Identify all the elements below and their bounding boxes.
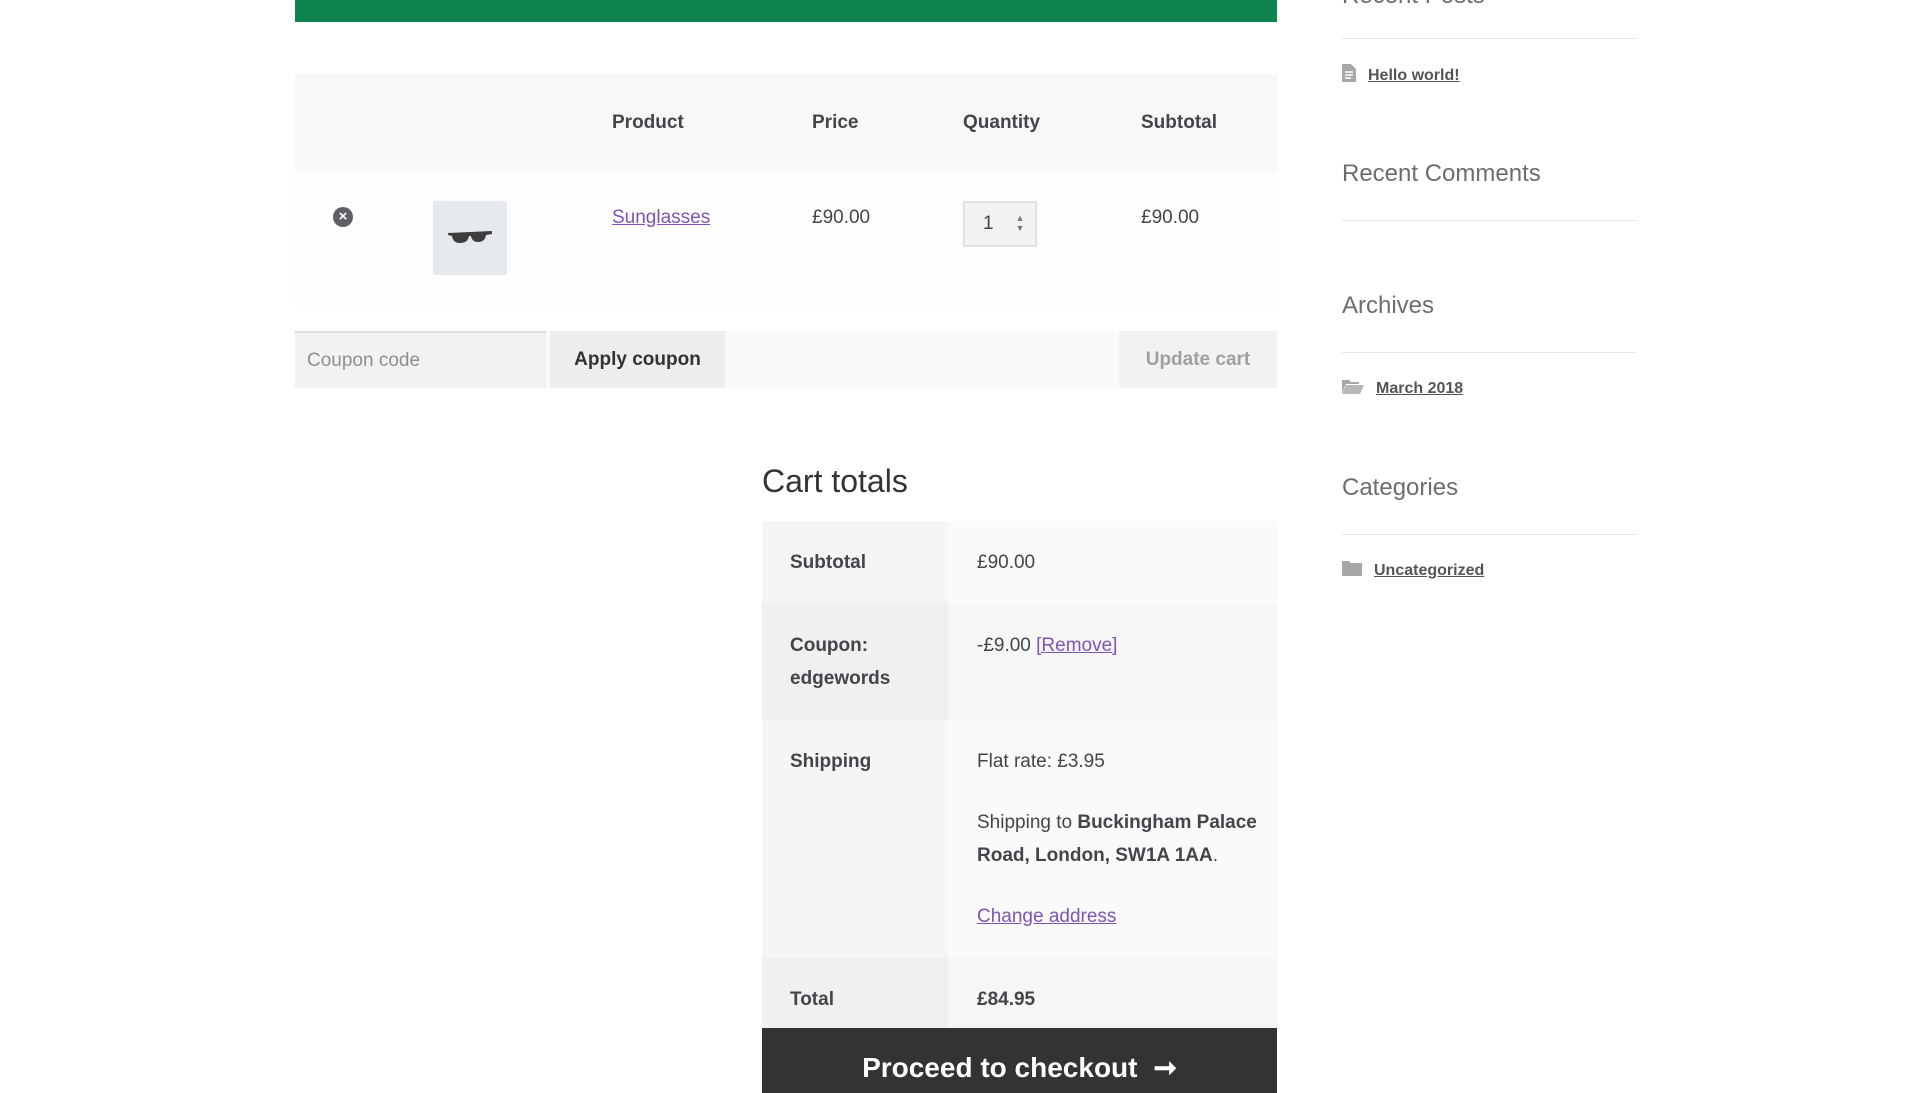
document-icon [1342,64,1356,87]
header-remove [295,74,433,171]
shipping-method: Flat rate: £3.95 [977,751,1105,772]
arrow-right-icon: ➞ [1153,1052,1177,1083]
remove-coupon-link[interactable]: [Remove] [1036,635,1117,656]
proceed-to-checkout-button[interactable]: Proceed to checkout ➞ [762,1028,1277,1093]
header-product: Product [612,74,812,171]
totals-coupon-row: Coupon: edgewords -£9.00 [Remove] [762,604,1277,720]
quantity-cell: ▲▼ [963,171,1141,310]
product-subtotal: £90.00 [1141,207,1200,228]
recent-comments-title: Recent Comments [1342,160,1541,187]
price-cell: £90.00 [812,171,963,310]
header-quantity: Quantity [963,74,1141,171]
change-address-link[interactable]: Change address [977,906,1116,927]
coupon-label-line2: edgewords [790,668,891,689]
recent-posts-rule [1342,38,1636,39]
categories-title: Categories [1342,474,1459,501]
header-subtotal: Subtotal [1141,74,1277,171]
folder-icon [1342,560,1362,581]
product-price: £90.00 [812,207,871,228]
archives-title: Archives [1342,292,1435,319]
remove-item-icon[interactable]: × [333,207,353,227]
stepper-arrows-icon[interactable]: ▲ ▼ [1013,213,1027,235]
total-value: £84.95 [977,989,1036,1010]
remove-cell: × [295,171,433,310]
folder-open-icon [1342,378,1364,399]
page: Product Price Quantity Subtotal × Sungla… [0,0,1920,1093]
cart-item-row: × Sunglasses £90.00 1 ▲ ▼ £90.00 [295,171,1277,310]
apply-coupon-button[interactable]: Apply coupon [550,331,725,388]
update-cart-button[interactable]: Update cart [1119,331,1277,388]
quantity-stepper[interactable]: ▲▼ [963,201,1037,247]
shipping-destination: Shipping to Buckingham Palace Road, Lond… [977,806,1277,872]
coupon-code-input[interactable] [295,331,546,388]
category-link[interactable]: Uncategorized [1374,562,1484,580]
coupon-label: Coupon: edgewords [762,604,948,720]
cart-totals-table: Subtotal £90.00 Coupon: edgewords -£9.00… [762,521,1277,1041]
checkout-label: Proceed to checkout [862,1052,1138,1083]
archive-item: March 2018 [1342,378,1463,399]
categories-rule [1342,534,1636,535]
product-cell: Sunglasses [612,171,812,310]
shipping-to-suffix: . [1212,845,1219,866]
recent-post-link[interactable]: Hello world! [1368,67,1460,85]
recent-post-item: Hello world! [1342,64,1460,87]
cart-actions: Apply coupon Update cart [295,331,1277,388]
shipping-label: Shipping [762,720,948,958]
totals-subtotal-row: Subtotal £90.00 [762,521,1277,604]
category-item: Uncategorized [1342,560,1484,581]
archive-link[interactable]: March 2018 [1376,380,1463,398]
subtotal-cell: £90.00 [1141,171,1277,310]
recent-posts-title: Recent Posts [1342,0,1485,10]
coupon-discount-value: -£9.00 [977,635,1031,656]
product-thumbnail[interactable] [433,201,507,275]
shipping-value-cell: Flat rate: £3.95 Shipping to Buckingham … [948,720,1277,958]
header-thumbnail [433,74,612,171]
sunglasses-icon [448,231,492,243]
header-price: Price [812,74,963,171]
notice-bar [295,0,1277,22]
shipping-to-prefix: Shipping to [977,812,1078,833]
recent-comments-rule [1342,220,1636,221]
totals-shipping-row: Shipping Flat rate: £3.95 Shipping to Bu… [762,720,1277,958]
thumbnail-cell [433,171,612,310]
coupon-value-cell: -£9.00 [Remove] [948,604,1277,720]
cart-header-row: Product Price Quantity Subtotal [295,74,1277,171]
cart-totals-heading: Cart totals [762,463,908,499]
subtotal-value: £90.00 [948,521,1277,604]
product-link[interactable]: Sunglasses [612,207,710,228]
subtotal-label: Subtotal [762,521,948,604]
cart-table: Product Price Quantity Subtotal × Sungla… [295,74,1277,310]
archives-rule [1342,352,1636,353]
coupon-label-line1: Coupon: [790,635,869,656]
